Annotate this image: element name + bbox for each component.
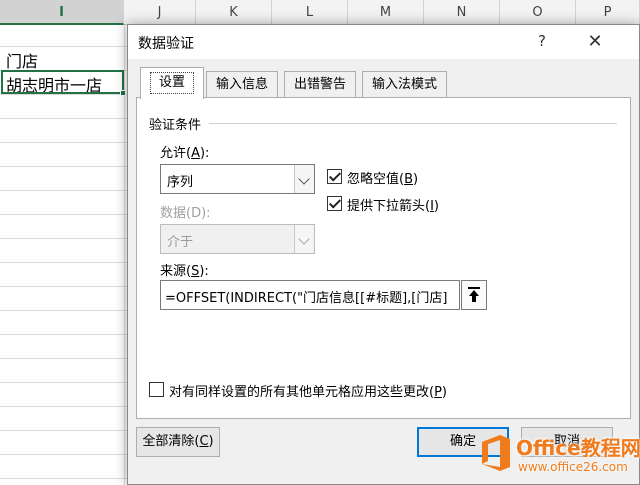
tab-settings-label: 设置 xyxy=(150,72,195,94)
source-input[interactable]: =OFFSET(INDIRECT("门店信息[[#标题],[门店] xyxy=(160,280,460,310)
chevron-down-icon[interactable] xyxy=(294,165,314,193)
chevron-down-icon[interactable] xyxy=(294,225,314,253)
watermark-title: Office教程网 xyxy=(516,436,640,460)
dialog-titlebar[interactable]: 数据验证 ? ✕ xyxy=(128,25,639,59)
watermark: Office教程网 www.office26.com xyxy=(478,428,640,485)
in-cell-dropdown-checkbox[interactable]: 提供下拉箭头(I) xyxy=(327,195,467,214)
tab-ime-mode[interactable]: 输入法模式 xyxy=(362,71,448,98)
ignore-blank-checkbox[interactable]: 忽略空值(B) xyxy=(327,168,447,187)
column-header-o[interactable]: O xyxy=(500,0,576,25)
range-select-button[interactable] xyxy=(461,280,487,310)
clear-all-button[interactable]: 全部清除(C) xyxy=(136,427,220,457)
column-header-m[interactable]: M xyxy=(348,0,424,25)
in-cell-dropdown-label: 提供下拉箭头(I) xyxy=(347,199,439,214)
ignore-blank-checkbox-box[interactable] xyxy=(327,169,342,184)
office-logo-icon xyxy=(482,435,510,471)
tab-input-message[interactable]: 输入信息 xyxy=(206,71,279,98)
data-select[interactable]: 介于 xyxy=(160,224,315,254)
allow-label: 允许(A): xyxy=(160,146,210,161)
data-select-value: 介于 xyxy=(167,235,194,250)
column-header-i[interactable]: I xyxy=(0,0,124,25)
column-header-n[interactable]: N xyxy=(424,0,500,25)
selected-cell-border xyxy=(1,70,124,94)
apply-to-all-checkbox[interactable]: 对有同样设置的所有其他单元格应用这些更改(P) xyxy=(149,381,479,400)
watermark-url: www.office26.com xyxy=(518,460,628,474)
apply-to-all-checkbox-box[interactable] xyxy=(149,382,164,397)
fill-handle[interactable] xyxy=(120,90,126,96)
ignore-blank-label: 忽略空值(B) xyxy=(347,172,419,187)
close-icon[interactable]: ✕ xyxy=(580,29,610,55)
help-icon[interactable]: ? xyxy=(531,30,553,52)
column-header-l[interactable]: L xyxy=(272,0,348,25)
collapse-dialog-icon xyxy=(468,287,480,302)
tab-error-alert[interactable]: 出错警告 xyxy=(284,71,357,98)
apply-to-all-label: 对有同样设置的所有其他单元格应用这些更改(P) xyxy=(169,385,447,400)
data-validation-dialog: 数据验证 ? ✕ 设置 输入信息 出错警告 输入法模式 验证条件 允许(A): … xyxy=(127,24,640,485)
tab-settings[interactable]: 设置 xyxy=(140,67,205,99)
source-label: 来源(S): xyxy=(160,264,209,279)
source-input-value: =OFFSET(INDIRECT("门店信息[[#标题],[门店] xyxy=(165,291,448,306)
in-cell-dropdown-checkbox-box[interactable] xyxy=(327,196,342,211)
cell-i-header[interactable]: 门店 xyxy=(6,48,38,72)
settings-panel: 验证条件 允许(A): 序列 忽略空值(B) 提供下拉箭头(I) 数据(D): … xyxy=(136,97,631,419)
dialog-title: 数据验证 xyxy=(138,36,194,52)
column-header-k[interactable]: K xyxy=(196,0,272,25)
validation-criteria-title: 验证条件 xyxy=(149,118,202,133)
data-label: 数据(D): xyxy=(160,206,211,221)
column-header-row: I J K L M N O P xyxy=(0,0,640,25)
allow-select-value: 序列 xyxy=(167,175,194,190)
group-divider xyxy=(209,123,617,124)
dialog-tabs: 设置 输入信息 出错警告 输入法模式 xyxy=(136,67,631,99)
column-header-j[interactable]: J xyxy=(124,0,196,25)
column-header-p[interactable]: P xyxy=(576,0,640,25)
allow-select[interactable]: 序列 xyxy=(160,164,315,194)
